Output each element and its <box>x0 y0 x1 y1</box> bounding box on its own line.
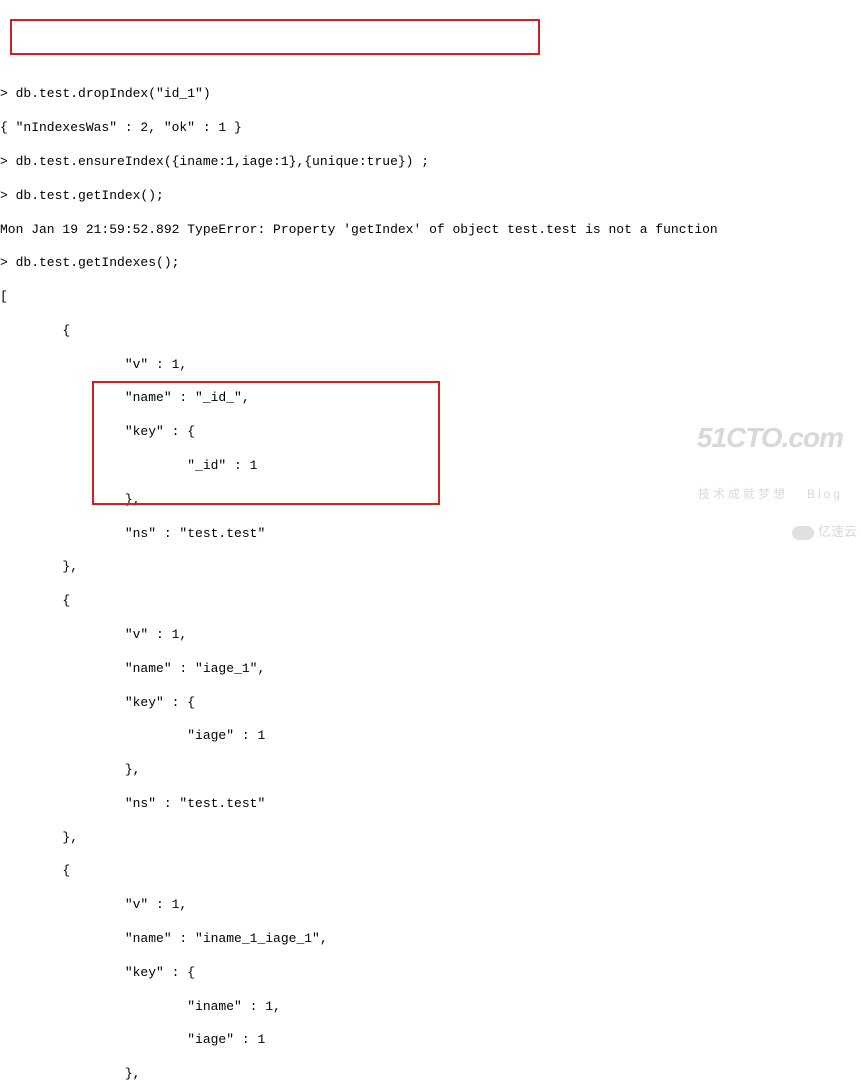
terminal-line: "ns" : "test.test" <box>0 526 861 543</box>
terminal-line: > db.test.dropIndex("id_1") <box>0 86 861 103</box>
terminal-line: > db.test.ensureIndex({iname:1,iage:1},{… <box>0 154 861 171</box>
terminal-line: "v" : 1, <box>0 357 861 374</box>
terminal-line: }, <box>0 1066 861 1083</box>
terminal-line: }, <box>0 559 861 576</box>
terminal-line: "_id" : 1 <box>0 458 861 475</box>
terminal-output: > db.test.dropIndex("id_1") { "nIndexesW… <box>0 68 861 1090</box>
terminal-line: "iage" : 1 <box>0 1032 861 1049</box>
terminal-line: { <box>0 323 861 340</box>
terminal-line: "key" : { <box>0 965 861 982</box>
terminal-line: "name" : "_id_", <box>0 390 861 407</box>
terminal-line: "iage" : 1 <box>0 728 861 745</box>
terminal-line: > db.test.getIndex(); <box>0 188 861 205</box>
terminal-line: "key" : { <box>0 695 861 712</box>
terminal-line: }, <box>0 830 861 847</box>
terminal-line: "ns" : "test.test" <box>0 796 861 813</box>
terminal-line: [ <box>0 289 861 306</box>
terminal-line: "v" : 1, <box>0 627 861 644</box>
terminal-line: "iname" : 1, <box>0 999 861 1016</box>
terminal-line: "key" : { <box>0 424 861 441</box>
terminal-line: { <box>0 863 861 880</box>
terminal-line: { <box>0 593 861 610</box>
terminal-line: }, <box>0 492 861 509</box>
terminal-line: { "nIndexesWas" : 2, "ok" : 1 } <box>0 120 861 137</box>
terminal-line: > db.test.getIndexes(); <box>0 255 861 272</box>
terminal-line: "v" : 1, <box>0 897 861 914</box>
terminal-line: Mon Jan 19 21:59:52.892 TypeError: Prope… <box>0 222 861 239</box>
terminal-line: }, <box>0 762 861 779</box>
terminal-line: "name" : "iage_1", <box>0 661 861 678</box>
highlight-annotation-1 <box>10 19 540 55</box>
terminal-line: "name" : "iname_1_iage_1", <box>0 931 861 948</box>
